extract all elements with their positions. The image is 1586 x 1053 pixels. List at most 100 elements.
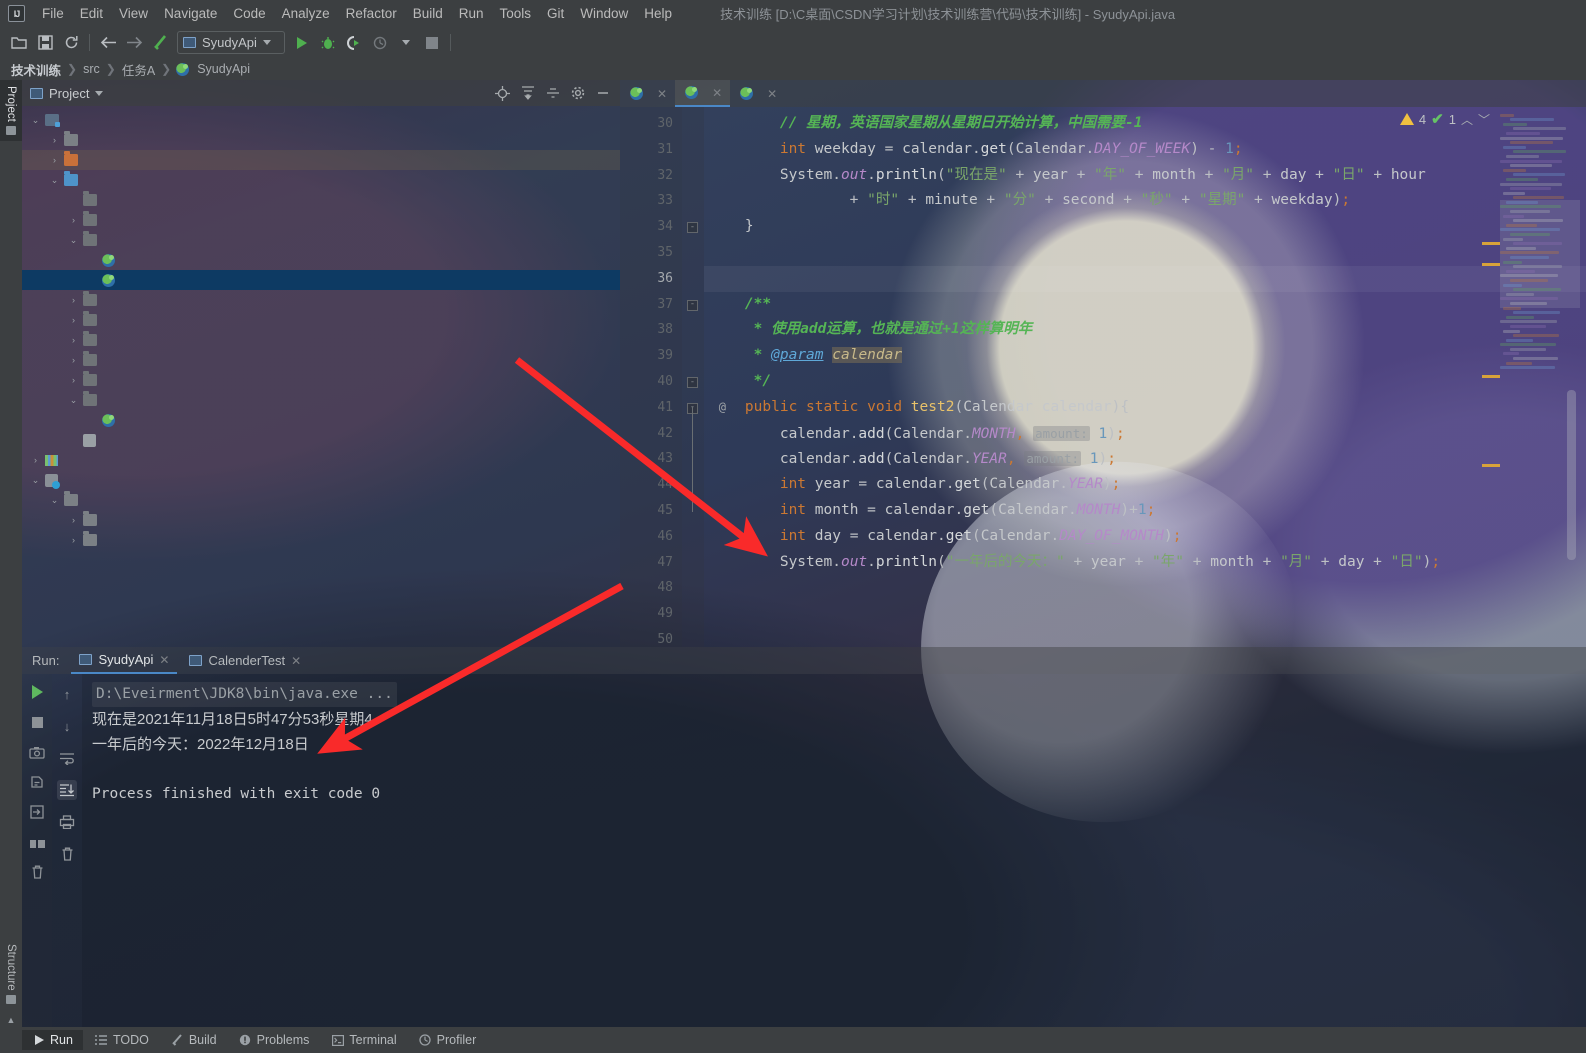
scroll-down-icon[interactable]: ↓ [57, 716, 77, 736]
chevron-down-icon[interactable]: ⌄ [49, 495, 60, 506]
run-tab-syudyapi[interactable]: SyudyApi ✕ [71, 647, 178, 674]
status-item-profiler[interactable]: Profiler [409, 1030, 487, 1050]
settings-gear-icon[interactable] [570, 86, 585, 101]
tree-node[interactable]: › [22, 370, 620, 390]
line-number[interactable]: 36 [620, 266, 682, 292]
next-problem-icon[interactable]: ﹀ [1478, 111, 1490, 128]
menu-item-navigate[interactable]: Navigate [156, 3, 225, 24]
menu-item-build[interactable]: Build [405, 3, 451, 24]
collapse-panel-icon[interactable]: ▲ [0, 1013, 22, 1027]
line-number[interactable]: 40- [620, 369, 698, 395]
editor-tab[interactable]: ✕ [675, 80, 731, 107]
breadcrumb-item-src[interactable]: src [80, 61, 103, 77]
code-line[interactable]: System.out.println("现在是" + year + "年" + … [704, 163, 1586, 189]
line-number[interactable]: 35 [620, 240, 682, 266]
code-line[interactable]: System.out.println("一年后的今天：" + year + "年… [704, 550, 1586, 576]
line-number[interactable]: 49 [620, 601, 682, 627]
menu-item-edit[interactable]: Edit [72, 3, 111, 24]
trash-icon[interactable] [57, 844, 77, 864]
tree-node[interactable]: › [22, 330, 620, 350]
line-number[interactable]: 44 [620, 472, 682, 498]
tree-node[interactable] [22, 410, 620, 430]
chevron-right-icon[interactable]: › [68, 295, 79, 306]
chevron-down-icon[interactable]: ⌄ [49, 175, 60, 186]
code-line[interactable]: calendar.add(Calendar.MONTH, amount: 1); [704, 421, 1586, 447]
tree-node[interactable]: › [22, 290, 620, 310]
run-configuration-selector[interactable]: SyudyApi [177, 31, 285, 54]
chevron-right-icon[interactable]: › [68, 515, 79, 526]
save-icon[interactable] [32, 31, 58, 55]
tree-node[interactable]: ⌄ [22, 490, 620, 510]
trash-icon[interactable] [27, 862, 47, 882]
code-line[interactable]: */ [704, 369, 1586, 395]
run-icon[interactable] [289, 31, 315, 55]
twisty-placeholder[interactable] [87, 415, 98, 426]
chevron-down-icon[interactable]: ⌄ [30, 475, 41, 486]
line-number[interactable]: 34- [620, 214, 698, 240]
tree-node[interactable]: ⌄ [22, 230, 620, 250]
back-arrow-icon[interactable] [95, 31, 121, 55]
twisty-placeholder[interactable] [87, 275, 98, 286]
code-line[interactable] [704, 240, 1586, 266]
line-number[interactable]: 31 [620, 137, 682, 163]
tree-node[interactable]: ⌄ [22, 390, 620, 410]
project-tree[interactable]: ⌄ › › ⌄ › ⌄ › › › › › ⌄ › ⌄ ⌄ › › [22, 106, 620, 550]
tree-node[interactable]: › [22, 450, 620, 470]
debug-icon[interactable] [315, 31, 341, 55]
line-number[interactable]: 38 [620, 317, 682, 343]
run-with-coverage-icon[interactable] [341, 31, 367, 55]
menu-item-file[interactable]: File [34, 3, 72, 24]
tree-node[interactable]: ⌄ [22, 110, 620, 130]
chevron-right-icon[interactable]: › [49, 155, 60, 166]
line-number[interactable]: 48 [620, 575, 682, 601]
chevron-right-icon[interactable]: › [68, 535, 79, 546]
tree-node[interactable] [22, 250, 620, 270]
open-folder-icon[interactable] [6, 31, 32, 55]
chevron-right-icon[interactable]: › [30, 455, 41, 466]
tree-node[interactable]: › [22, 510, 620, 530]
menu-item-view[interactable]: View [111, 3, 156, 24]
tree-node[interactable] [22, 190, 620, 210]
code-line[interactable]: * 使用add运算，也就是通过+1这样算明年 [704, 317, 1586, 343]
console-output[interactable]: D:\Eveirment\JDK8\bin\java.exe ... 现在是202… [82, 674, 1586, 1027]
code-line[interactable]: /** [704, 292, 1586, 318]
inspection-widget[interactable]: 4 ✔ 1 ︿ ﹀ [1399, 110, 1490, 128]
code-line[interactable]: public static void test2(Calendar calend… [704, 395, 1586, 421]
camera-icon[interactable] [27, 742, 47, 762]
code-line[interactable]: } [704, 214, 1586, 240]
editor-minimap[interactable] [1500, 112, 1580, 402]
expand-all-icon[interactable] [520, 86, 535, 101]
profile-icon[interactable] [367, 31, 393, 55]
line-number[interactable]: 37- [620, 292, 698, 318]
chevron-right-icon[interactable]: › [68, 335, 79, 346]
close-icon[interactable]: ✕ [712, 86, 722, 100]
code-line[interactable] [704, 601, 1586, 627]
chevron-down-icon[interactable] [95, 90, 104, 96]
tool-window-tab-project[interactable]: Project [0, 80, 22, 141]
tree-node[interactable] [22, 270, 620, 290]
status-item-terminal[interactable]: Terminal [321, 1030, 406, 1050]
tree-node[interactable] [22, 430, 620, 450]
code-line[interactable]: int weekday = calendar.get(Calendar.DAY_… [704, 137, 1586, 163]
tree-node[interactable]: › [22, 150, 620, 170]
twisty-placeholder[interactable] [68, 435, 79, 446]
tree-node[interactable]: › [22, 310, 620, 330]
status-item-todo[interactable]: TODO [85, 1030, 159, 1050]
chevron-right-icon[interactable]: › [68, 355, 79, 366]
line-number[interactable]: 46 [620, 524, 682, 550]
twisty-placeholder[interactable] [68, 195, 79, 206]
collapse-all-icon[interactable] [545, 86, 560, 101]
code-line[interactable] [704, 627, 1586, 647]
stop-icon[interactable] [419, 31, 445, 55]
status-item-run[interactable]: Run [22, 1030, 83, 1050]
scroll-to-end-icon[interactable] [57, 780, 77, 800]
menu-item-refactor[interactable]: Refactor [338, 3, 405, 24]
chevron-down-icon[interactable]: ⌄ [30, 115, 41, 126]
menu-item-help[interactable]: Help [636, 3, 680, 24]
code-line[interactable]: + "时" + minute + "分" + second + "秒" + "星… [704, 188, 1586, 214]
line-number[interactable]: 45 [620, 498, 682, 524]
tree-node[interactable]: ⌄ [22, 470, 620, 490]
export-icon[interactable] [27, 802, 47, 822]
code-line[interactable] [704, 575, 1586, 601]
chevron-right-icon[interactable]: › [49, 135, 60, 146]
